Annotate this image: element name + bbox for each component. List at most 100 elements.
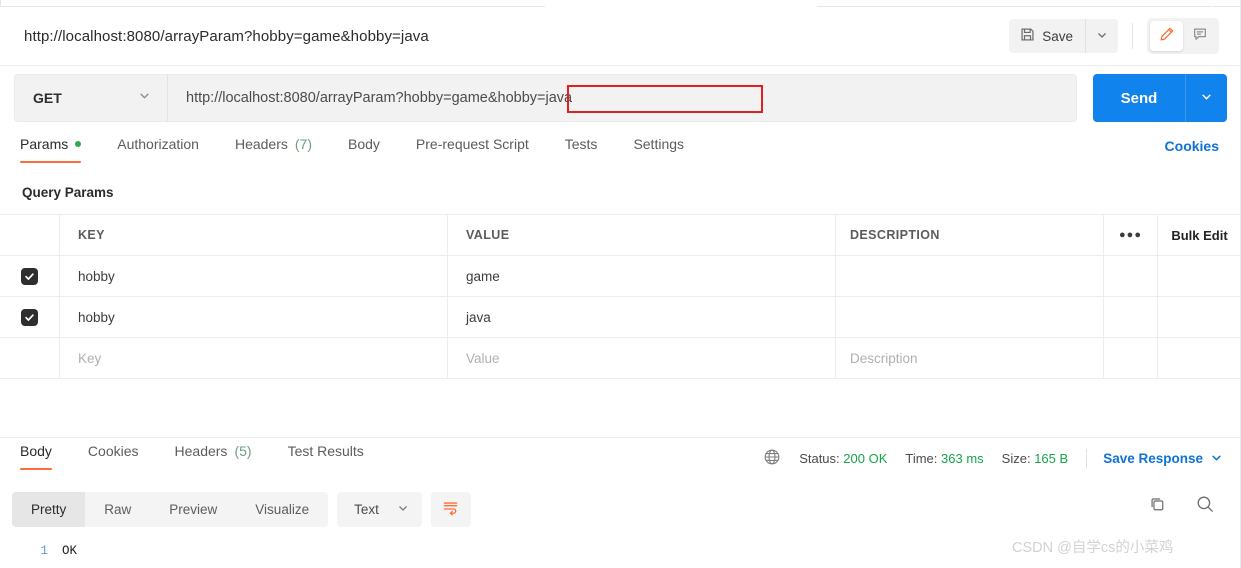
tab-pre-request-script[interactable]: Pre-request Script [398,136,547,163]
row-value-cell[interactable]: java [448,297,836,337]
table-row[interactable]: hobby java [0,297,1241,338]
response-tab-body[interactable]: Body [0,443,70,470]
response-tab-test-results-label: Test Results [287,443,364,459]
table-header-row: KEY VALUE DESCRIPTION ●●● Bulk Edit [0,215,1241,256]
row-options-cell [1104,297,1158,337]
send-button[interactable]: Send [1093,74,1185,122]
tab-tests-label: Tests [564,136,598,152]
body-view-visualize[interactable]: Visualize [236,492,328,527]
header-cell-description: DESCRIPTION [836,215,1104,255]
tab-tests[interactable]: Tests [547,136,616,163]
comment-button[interactable] [1183,21,1216,51]
tab-body[interactable]: Body [330,136,398,163]
time-label: Time: 363 ms [905,451,984,466]
page-title: http://localhost:8080/arrayParam?hobby=g… [24,27,429,45]
more-options-icon[interactable]: ●●● [1104,215,1158,255]
globe-icon [763,448,781,469]
tab-pre-request-script-label: Pre-request Script [415,136,529,152]
chevron-down-icon [397,502,409,517]
tab-params-label: Params [20,136,69,152]
code-line-number: 1 [40,544,48,558]
tab-body-label: Body [348,136,380,152]
empty-row-options-cell [1104,338,1158,378]
url-input-value: http://localhost:8080/arrayParam?hobby=g… [186,90,573,106]
row-checkbox[interactable] [21,308,38,326]
row-spacer-cell [1158,297,1241,337]
send-dropdown-button[interactable] [1185,74,1227,122]
response-tab-cookies[interactable]: Cookies [70,443,157,470]
comment-icon [1192,26,1208,47]
tab-strip-sliver [0,0,1241,7]
time-value: 363 ms [941,451,984,466]
body-view-segmented-control: Pretty Raw Preview Visualize [12,492,329,527]
row-description-cell[interactable] [836,297,1104,337]
response-tab-test-results[interactable]: Test Results [270,443,382,470]
table-row-empty[interactable]: Key Value Description [0,338,1241,379]
word-wrap-button[interactable] [430,492,471,527]
copy-icon [1148,495,1167,519]
code-line-text: OK [62,544,78,558]
response-tab-headers-count: (5) [234,443,252,459]
response-tab-body-label: Body [20,443,52,459]
request-header: http://localhost:8080/arrayParam?hobby=g… [0,7,1241,66]
response-meta: Status: 200 OK Time: 363 ms Size: 165 B … [763,448,1223,469]
empty-row-key-placeholder: Key [78,350,102,366]
tab-authorization[interactable]: Authorization [99,136,217,163]
row-value-value: java [466,309,491,325]
http-method-select[interactable]: GET [14,74,167,122]
copy-button[interactable] [1148,495,1167,519]
size-label: Size: 165 B [1001,451,1069,466]
floppy-disk-icon [1020,27,1035,45]
empty-row-checkbox-cell [0,338,60,378]
response-tab-headers[interactable]: Headers (5) [157,443,270,470]
empty-row-description-placeholder: Description [850,350,918,366]
search-button[interactable] [1195,494,1215,519]
bulk-edit-button[interactable]: Bulk Edit [1158,215,1241,255]
query-string-annotation-box [567,85,763,113]
tab-params[interactable]: Params [0,136,99,163]
header-actions: Save [1009,18,1219,54]
params-modified-dot [75,141,82,147]
send-button-group: Send [1093,74,1227,122]
empty-row-key-input[interactable]: Key [60,338,448,378]
row-key-value: hobby [78,268,115,284]
word-wrap-icon [442,499,459,521]
save-dropdown-button[interactable] [1085,19,1118,53]
search-icon [1195,494,1215,519]
tab-settings-label: Settings [633,136,685,152]
chevron-down-icon [1200,90,1213,106]
header-cell-checkbox [0,215,60,255]
body-format-select[interactable]: Text [337,492,422,527]
body-view-preview[interactable]: Preview [150,492,236,527]
watermark: CSDN @自学cs的小菜鸡 [1012,540,1174,556]
row-value-value: game [466,268,500,284]
save-button-group: Save [1009,19,1118,53]
tab-headers-count: (7) [294,136,312,152]
header-divider [1132,23,1133,49]
row-description-cell[interactable] [836,256,1104,296]
body-view-pretty[interactable]: Pretty [12,492,86,527]
row-checkbox[interactable] [21,267,38,285]
chevron-down-icon [1096,29,1108,44]
row-checkbox-cell [0,256,60,296]
empty-row-description-input[interactable]: Description [836,338,1104,378]
row-key-cell[interactable]: hobby [60,297,448,337]
save-button[interactable]: Save [1009,19,1085,53]
tab-headers[interactable]: Headers (7) [217,136,330,163]
body-view-raw[interactable]: Raw [85,492,150,527]
meta-divider [1086,448,1088,469]
cookies-link[interactable]: Cookies [1165,138,1219,154]
row-key-cell[interactable]: hobby [60,256,448,296]
header-cell-value: VALUE [448,215,836,255]
url-input[interactable]: http://localhost:8080/arrayParam?hobby=g… [167,74,1077,122]
save-button-label: Save [1042,28,1073,44]
response-tab-cookies-label: Cookies [87,443,139,459]
table-row[interactable]: hobby game [0,256,1241,297]
row-checkbox-cell [0,297,60,337]
row-value-cell[interactable]: game [448,256,836,296]
body-view-toolbar: Pretty Raw Preview Visualize Text [12,492,471,527]
empty-row-value-input[interactable]: Value [448,338,836,378]
tab-settings[interactable]: Settings [615,136,702,163]
edit-mode-button[interactable] [1150,21,1183,51]
save-response-button[interactable]: Save Response [1103,451,1223,467]
